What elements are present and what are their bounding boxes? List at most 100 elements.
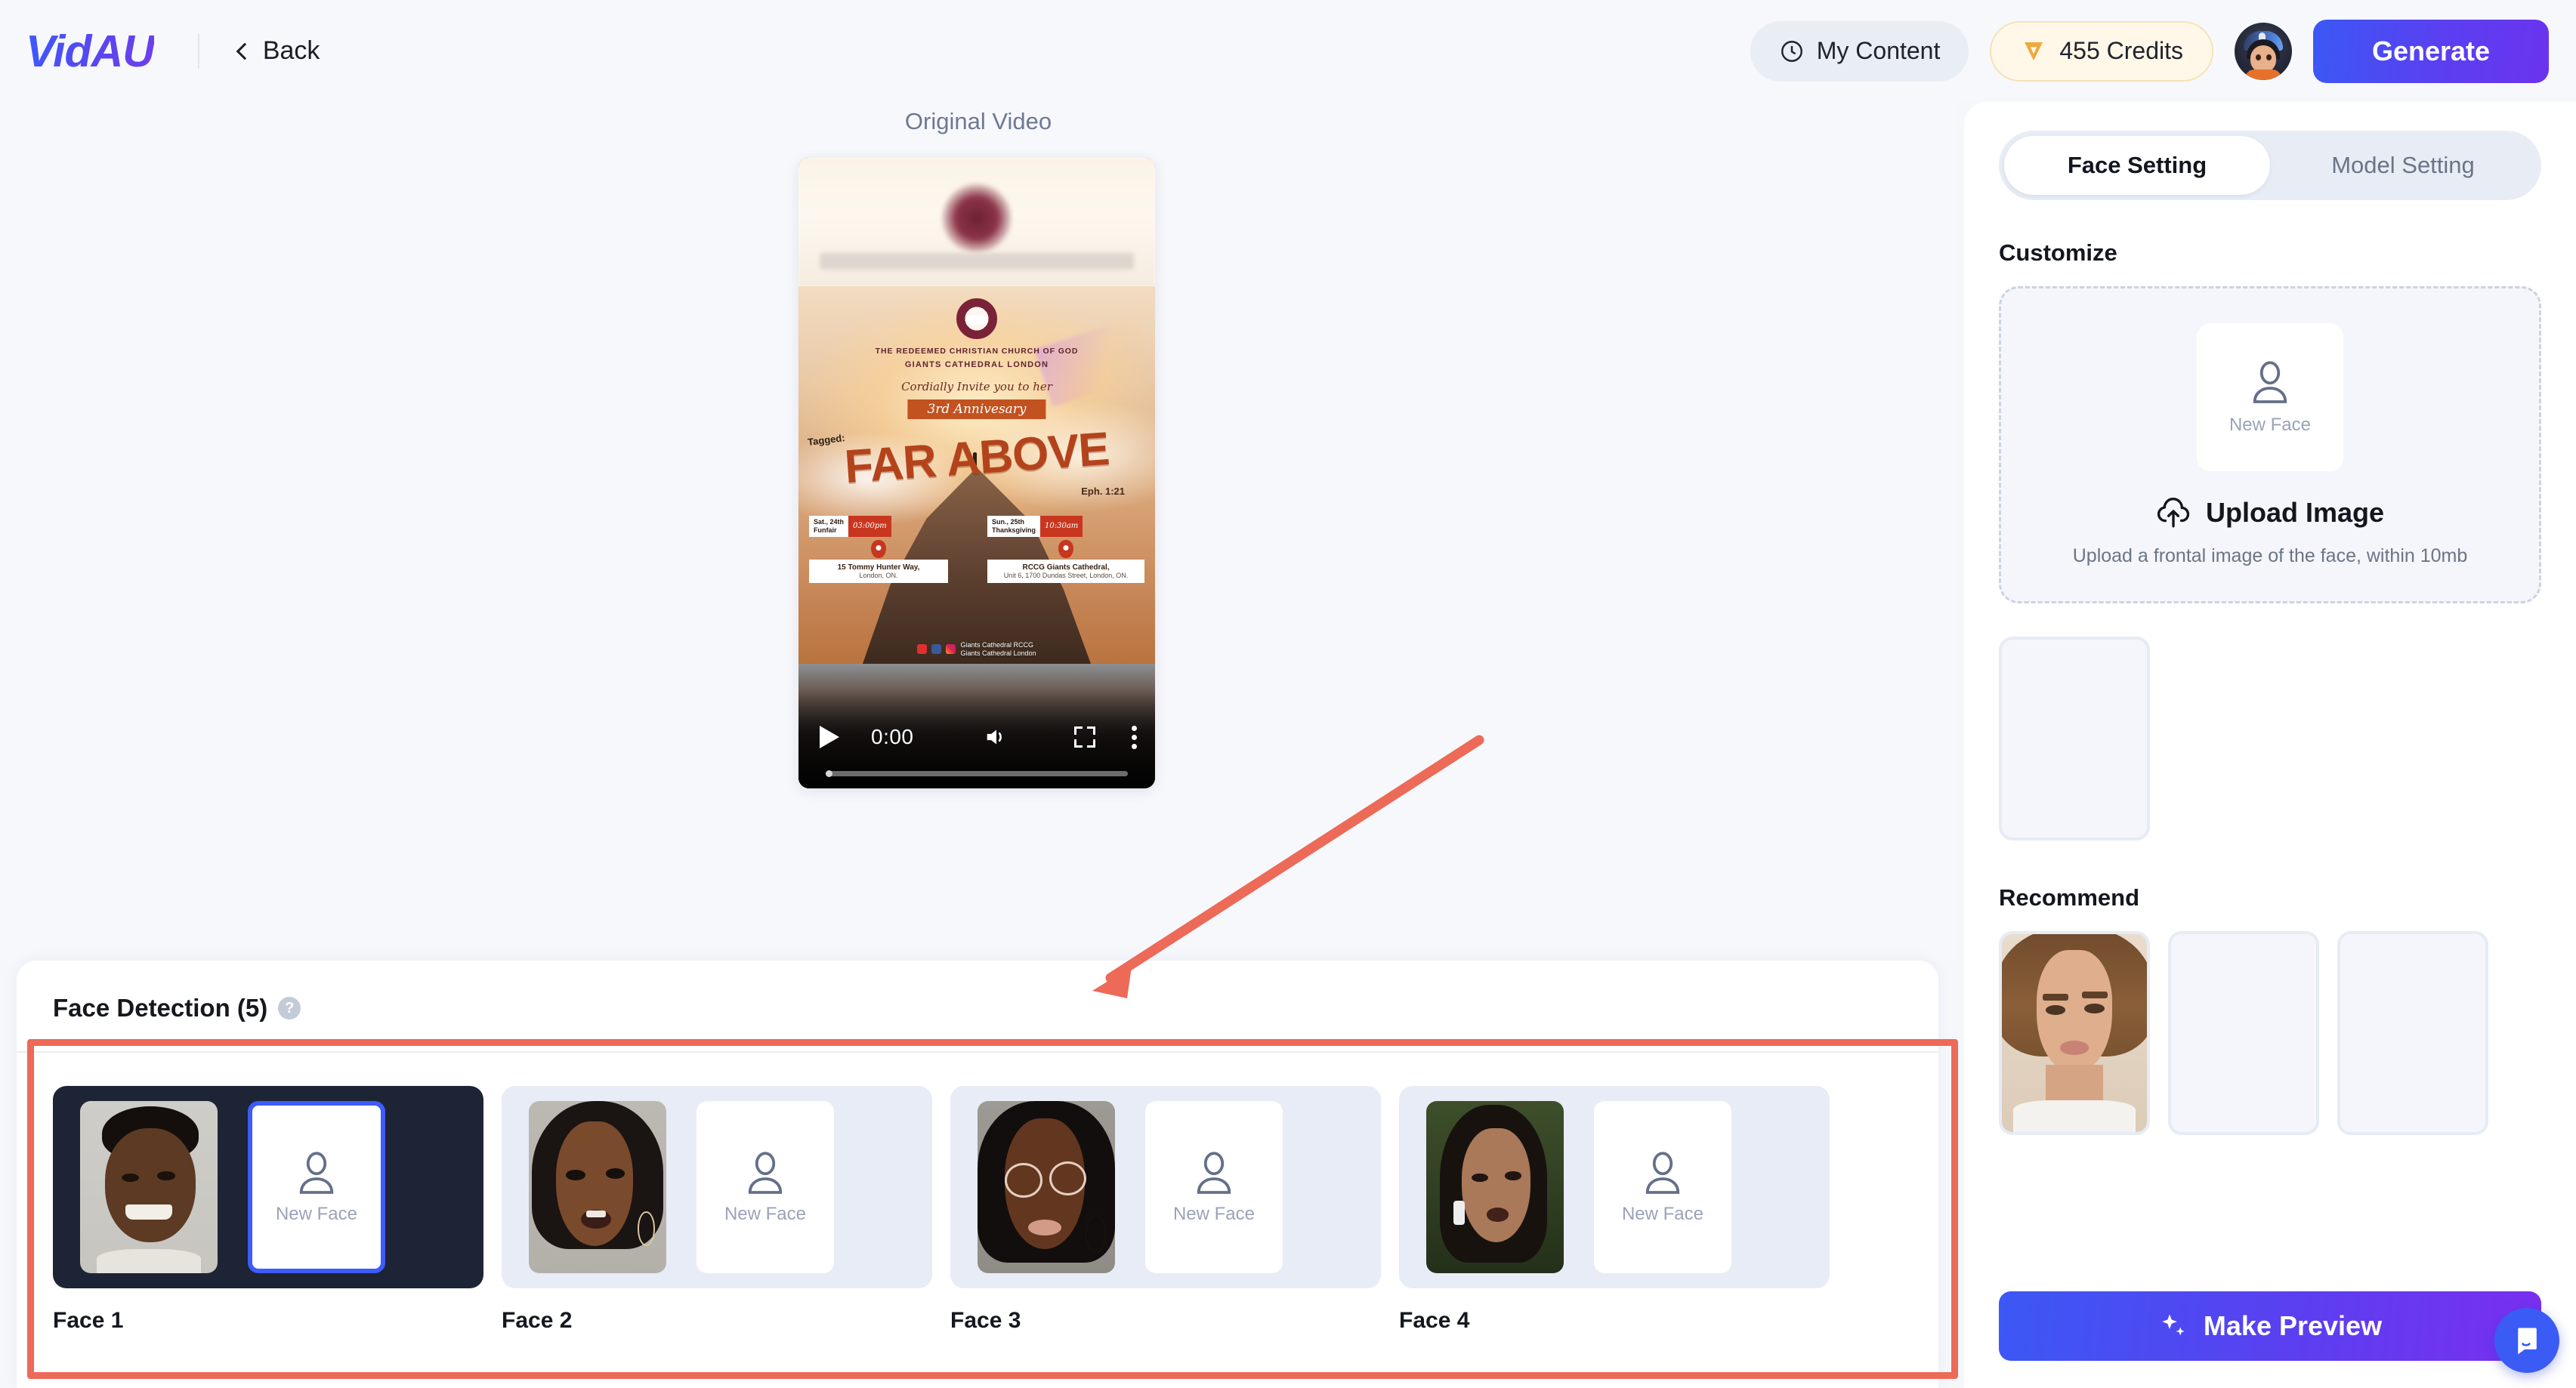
new-face-label: New Face [1172,1204,1256,1224]
main-stage: Original Video THE REDEEMED CHRISTIAN CH… [0,102,1957,961]
poster-invite: Cordially Invite you to her [901,380,1052,393]
more-options-icon[interactable] [1132,725,1137,749]
video-current-time: 0:00 [871,725,914,748]
poster-left-addr1: 15 Tommy Hunter Way, [837,563,920,572]
header-actions: My Content 455 Credits Generate [1750,19,2549,83]
new-face-label: New Face [275,1204,358,1224]
poster-left-time: 03:00pm [848,516,891,537]
back-label: Back [262,36,320,65]
chevron-left-icon [236,42,254,60]
volume-icon[interactable] [984,726,1009,748]
header-divider [197,33,199,69]
customize-title: Customize [1999,239,2117,266]
chat-glyph-icon [2517,1328,2537,1355]
new-face-slot-2[interactable]: New Face [697,1101,834,1273]
poster-right-date: Sun., 25th [992,518,1025,526]
new-face-slot-4[interactable]: New Face [1594,1101,1731,1273]
top-header: VidAU Back My Content 455 Credits Genera… [0,0,2576,102]
person-icon [299,1152,334,1194]
face-thumbnail-2 [529,1101,666,1273]
new-face-slot-3[interactable]: New Face [1145,1101,1283,1273]
recommend-portrait-1 [2002,934,2147,1132]
face-detection-title: Face Detection (5) [53,994,268,1022]
face-thumbnail-1 [80,1101,218,1273]
face-label-4: Face 4 [1399,1308,1470,1333]
upload-image-dropzone[interactable]: New Face Upload Image Upload a frontal i… [1999,286,2541,603]
poster-anniversary: 3rd Annivesary [927,402,1027,417]
app-root: VidAU Back My Content 455 Credits Genera… [0,0,2576,1388]
face-thumbnail-3 [978,1101,1115,1273]
chat-bubble-icon[interactable] [2494,1308,2559,1373]
new-face-label: New Face [724,1204,807,1224]
fullscreen-icon[interactable] [1073,726,1095,748]
credits-button[interactable]: 455 Credits [1990,20,2213,82]
poster-right-addr1: RCCG Giants Cathedral, [1022,563,1110,572]
new-face-slot-1[interactable]: New Face [248,1101,385,1273]
face-detection-panel: Face Detection (5) ? New Face New Face N… [17,961,1938,1388]
settings-tabs: Face Setting Model Setting [1999,131,2541,200]
poster-right-addr2: Unit 6, 1700 Dundas Street, London, ON. [1003,571,1129,579]
upload-hint: Upload a frontal image of the face, with… [2072,544,2468,566]
make-preview-label: Make Preview [2203,1310,2383,1341]
poster-social-line2: Giants Cathedral London [960,649,1036,657]
credits-diamond-icon [2025,42,2043,60]
poster-event-left: Sat., 24th Funfair 03:00pm 15 Tommy Hunt… [809,516,948,583]
poster-social: Giants Cathedral RCCG Giants Cathedral L… [798,641,1155,659]
generate-button[interactable]: Generate [2313,19,2549,83]
tab-face-setting[interactable]: Face Setting [2004,136,2270,195]
upload-new-face-card: New Face [2197,322,2343,471]
face-thumbnail-4 [1426,1101,1564,1273]
settings-panel: Face Setting Model Setting Customize New… [1964,102,2576,1388]
instagram-icon [946,644,956,655]
back-button[interactable]: Back [236,36,320,66]
help-circle-icon[interactable]: ? [278,997,301,1019]
poster-org-line2: GIANTS CATHEDRAL LONDON [904,360,1049,369]
poster-left-addr2: London, ON. [859,571,898,579]
recommend-card-2[interactable] [2168,931,2319,1135]
face-card-3[interactable]: New Face [950,1086,1381,1288]
person-icon [748,1152,783,1194]
clock-icon [1781,40,1802,62]
youtube-icon [917,644,928,655]
poster-left-date: Sat., 24th [814,518,845,526]
tab-model-setting[interactable]: Model Setting [2270,136,2536,195]
poster-right-time: 10:30am [1040,516,1083,537]
face-label-1: Face 1 [53,1308,124,1333]
poster-right-name: Thanksgiving [992,526,1036,534]
location-pin-icon [871,539,886,558]
custom-face-slot-empty[interactable] [1999,637,2150,841]
face-cards-row: New Face New Face New Face New Face [17,1053,1938,1288]
new-face-label: New Face [1621,1204,1704,1224]
location-pin-icon [1058,539,1073,558]
poster-verse: Eph. 1:21 [1081,486,1125,497]
poster-social-line1: Giants Cathedral RCCG [960,640,1033,649]
person-icon [1197,1152,1231,1194]
face-label-3: Face 3 [950,1308,1021,1333]
recommend-card-1[interactable] [1999,931,2150,1135]
face-detection-header: Face Detection (5) ? [17,961,1938,1022]
credits-label: 455 Credits [2059,37,2183,64]
recommend-title: Recommend [1999,884,2140,911]
person-icon [1645,1152,1680,1194]
face-label-2: Face 2 [502,1308,573,1333]
face-card-2[interactable]: New Face [502,1086,932,1288]
church-seal-icon [956,298,997,339]
recommend-card-3[interactable] [2337,931,2488,1135]
user-avatar[interactable] [2235,22,2292,80]
facebook-icon [931,644,942,655]
face-card-1[interactable]: New Face [53,1086,483,1288]
video-player[interactable]: THE REDEEMED CHRISTIAN CHURCH OF GOD GIA… [798,158,1155,788]
video-progress-bar[interactable] [826,770,1128,777]
face-card-4[interactable]: New Face [1399,1086,1830,1288]
video-controls: 0:00 [798,690,1155,788]
upload-image-label: Upload Image [2205,496,2385,528]
poster-org-line1: THE REDEEMED CHRISTIAN CHURCH OF GOD [875,347,1079,356]
original-video-label: Original Video [904,108,1052,134]
cloud-upload-icon [2157,497,2190,527]
upload-new-face-label: New Face [2229,414,2312,435]
play-icon[interactable] [820,726,839,748]
my-content-button[interactable]: My Content [1750,20,1969,82]
face-labels-row: Face 1 Face 2 Face 3 Face 4 [17,1288,1938,1334]
make-preview-button[interactable]: Make Preview [1999,1291,2541,1361]
app-logo[interactable]: VidAU [26,26,155,77]
